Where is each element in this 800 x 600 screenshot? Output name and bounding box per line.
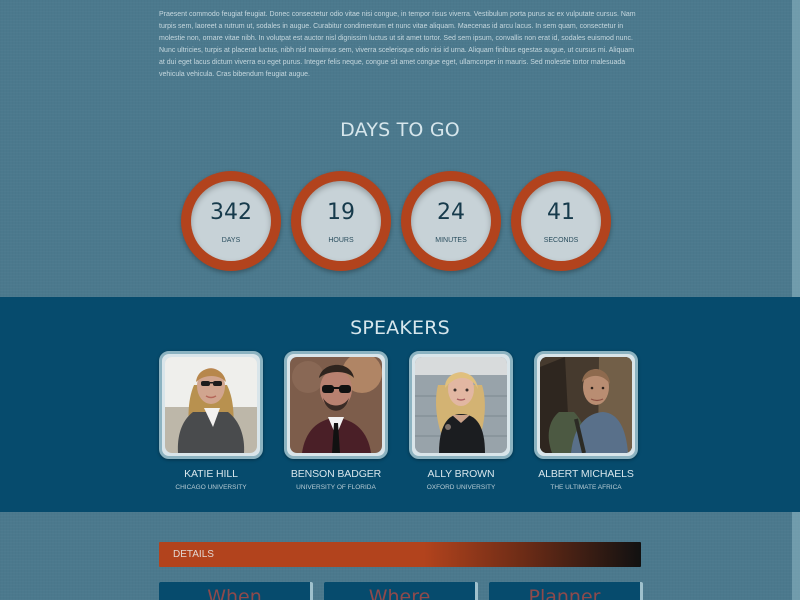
- speakers-grid: KATIE HILL CHICAGO UNIVERSITY BENSON BAD…: [159, 351, 638, 492]
- details-tabs: When Where Planner: [159, 582, 643, 600]
- speaker-card-benson-badger[interactable]: BENSON BADGER UNIVERSITY OF FLORIDA: [284, 351, 388, 492]
- details-section: DETAILS When Where Planner: [0, 512, 800, 600]
- speaker-name[interactable]: ALBERT MICHAELS: [534, 468, 638, 480]
- countdown-minutes-label: MINUTES: [435, 237, 467, 244]
- speaker-photo-frame[interactable]: [284, 351, 388, 459]
- details-tab-where[interactable]: Where: [324, 582, 478, 600]
- speaker-card-ally-brown[interactable]: ALLY BROWN OXFORD UNIVERSITY: [409, 351, 513, 492]
- speaker-card-albert-michaels[interactable]: ALBERT MICHAELS THE ULTIMATE AFRICA: [534, 351, 638, 492]
- speaker-affiliation: CHICAGO UNIVERSITY: [175, 484, 247, 491]
- countdown-seconds: 41 SECONDS: [511, 171, 611, 271]
- details-label[interactable]: DETAILS: [173, 549, 214, 560]
- countdown-hours-value: 19: [327, 200, 355, 225]
- man-with-backpack-portrait-icon: [540, 357, 632, 453]
- speaker-photo-frame[interactable]: [159, 351, 263, 459]
- details-tab-label[interactable]: Planner: [489, 587, 640, 600]
- intro-paragraph: Praesent commodo feugiat feugiat. Donec …: [159, 11, 636, 78]
- countdown-seconds-inner: 41 SECONDS: [521, 181, 601, 261]
- speaker-card-katie-hill[interactable]: KATIE HILL CHICAGO UNIVERSITY: [159, 351, 263, 492]
- countdown-days-label: DAYS: [221, 237, 241, 244]
- speaker-name[interactable]: BENSON BADGER: [284, 468, 388, 480]
- countdown-minutes-inner: 24 MINUTES: [411, 181, 491, 261]
- details-tab-planner[interactable]: Planner: [489, 582, 643, 600]
- speaker-affiliation: THE ULTIMATE AFRICA: [550, 484, 622, 491]
- speaker-affiliation: OXFORD UNIVERSITY: [426, 484, 496, 491]
- details-tab-when[interactable]: When: [159, 582, 313, 600]
- countdown-days-value: 342: [210, 200, 252, 225]
- countdown-days-inner: 342 DAYS: [191, 181, 271, 261]
- details-tab-label[interactable]: When: [159, 587, 310, 600]
- countdown-hours-label: HOURS: [328, 237, 354, 244]
- countdown-minutes: 24 MINUTES: [401, 171, 501, 271]
- details-header-bar[interactable]: DETAILS: [159, 542, 641, 567]
- countdown-minutes-value: 24: [437, 200, 465, 225]
- countdown-timer-row: 342 DAYS 19 HOURS 24 MINUTES 41 SECONDS: [181, 171, 611, 271]
- speaker-photo-frame[interactable]: [534, 351, 638, 459]
- speaker-photo-frame[interactable]: [409, 351, 513, 459]
- countdown-seconds-label: SECONDS: [543, 237, 579, 244]
- countdown-seconds-value: 41: [547, 200, 575, 225]
- speaker-name[interactable]: KATIE HILL: [159, 468, 263, 480]
- speaker-affiliation: UNIVERSITY OF FLORIDA: [296, 484, 376, 491]
- countdown-title: DAYS TO GO: [340, 119, 460, 141]
- speaker-name[interactable]: ALLY BROWN: [409, 468, 513, 480]
- countdown-hours: 19 HOURS: [291, 171, 391, 271]
- countdown-hours-inner: 19 HOURS: [301, 181, 381, 261]
- woman-in-coat-portrait-icon: [165, 357, 257, 453]
- intro-section: Praesent commodo feugiat feugiat. Donec …: [159, 9, 640, 81]
- speakers-section: SPEAKERS KATIE HILL CHICAGO UNIVERSITY B…: [0, 297, 800, 512]
- details-tab-label[interactable]: Where: [324, 587, 475, 600]
- conference-page: Praesent commodo feugiat feugiat. Donec …: [0, 0, 800, 600]
- speakers-title: SPEAKERS: [350, 317, 450, 339]
- countdown-section: DAYS TO GO 342 DAYS 19 HOURS 24 MINUTES: [0, 112, 800, 297]
- man-with-sunglasses-portrait-icon: [290, 357, 382, 453]
- countdown-days: 342 DAYS: [181, 171, 281, 271]
- blonde-woman-portrait-icon: [415, 357, 507, 453]
